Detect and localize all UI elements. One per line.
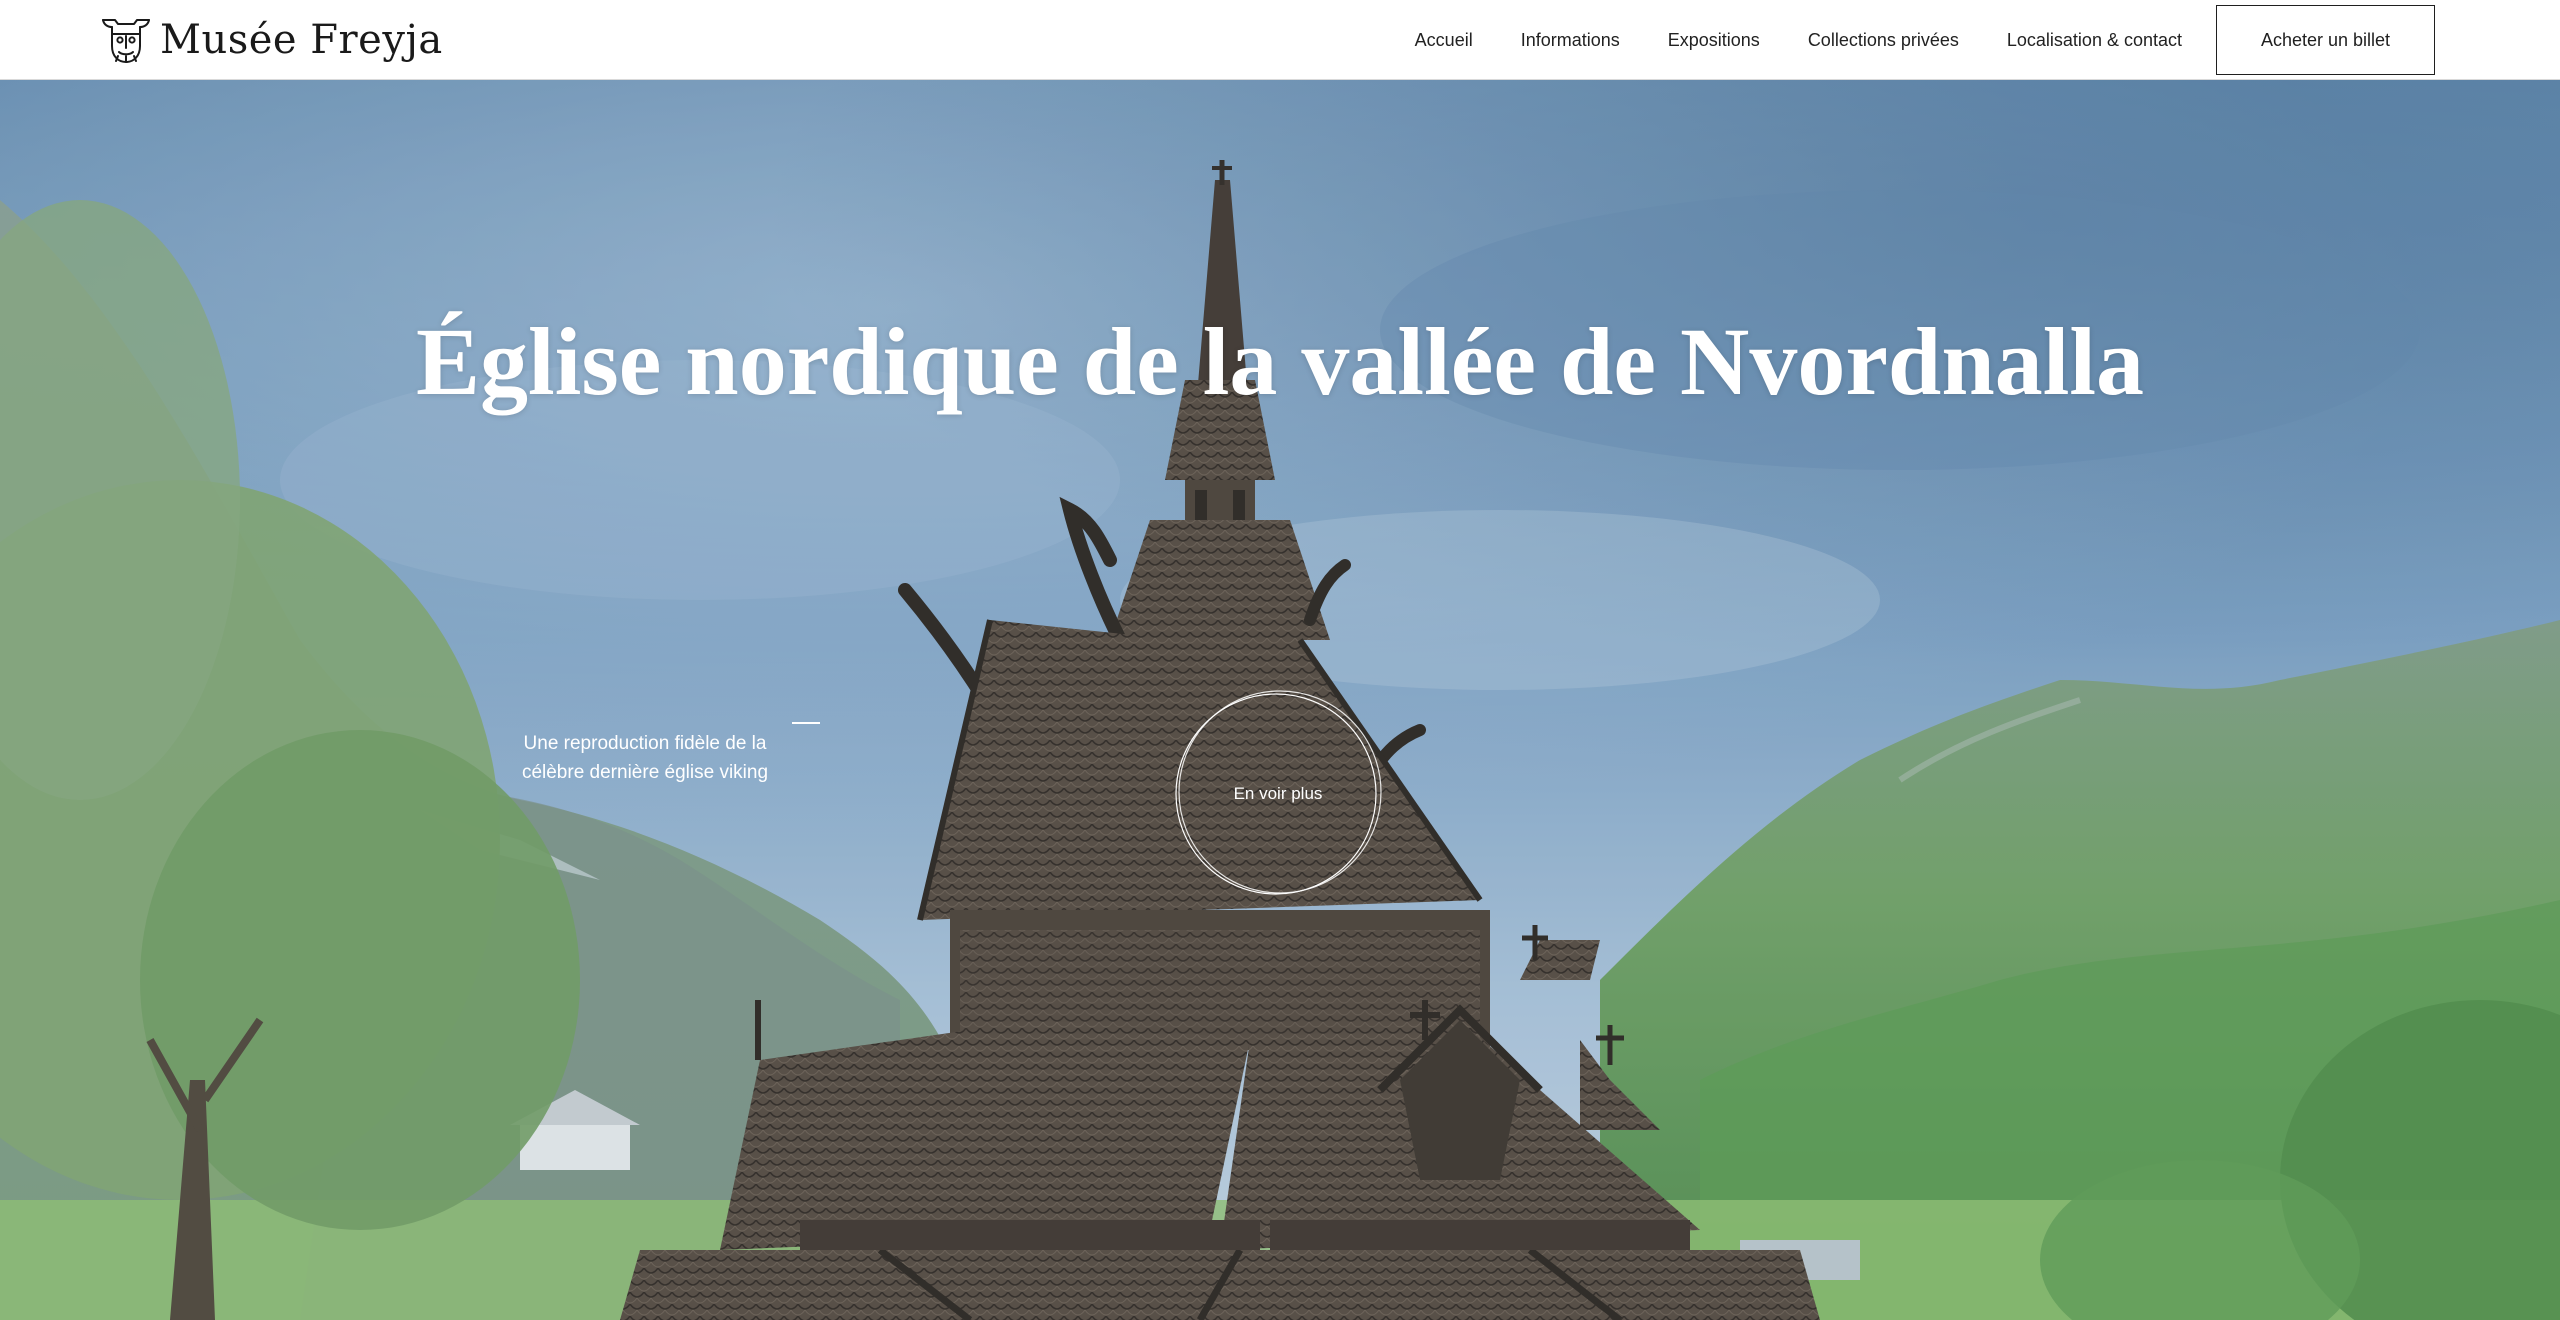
buy-ticket-button[interactable]: Acheter un billet <box>2216 5 2435 75</box>
brand-logo[interactable]: Musée Freyja <box>100 14 443 66</box>
hero-title: Église nordique de la vallée de Nvordnal… <box>415 308 2145 416</box>
subtitle-dash <box>792 722 820 724</box>
nav-item-accueil[interactable]: Accueil <box>1415 30 1473 51</box>
main-nav: Accueil Informations Expositions Collect… <box>1415 0 2182 80</box>
hero-section: Église nordique de la vallée de Nvordnal… <box>0 80 2560 1320</box>
see-more-button[interactable]: En voir plus <box>1172 688 1384 900</box>
viking-mask-icon <box>102 19 150 63</box>
nav-item-collections-privees[interactable]: Collections privées <box>1808 30 1959 51</box>
hero-subtitle: Une reproduction fidèle de la célèbre de… <box>521 733 769 783</box>
see-more-label: En voir plus <box>1233 784 1323 803</box>
nav-item-informations[interactable]: Informations <box>1521 30 1620 51</box>
nav-item-localisation-contact[interactable]: Localisation & contact <box>2007 30 2182 51</box>
nav-item-expositions[interactable]: Expositions <box>1668 30 1760 51</box>
site-header: Musée Freyja Accueil Informations Exposi… <box>0 0 2560 80</box>
brand-name: Musée Freyja <box>160 17 443 63</box>
